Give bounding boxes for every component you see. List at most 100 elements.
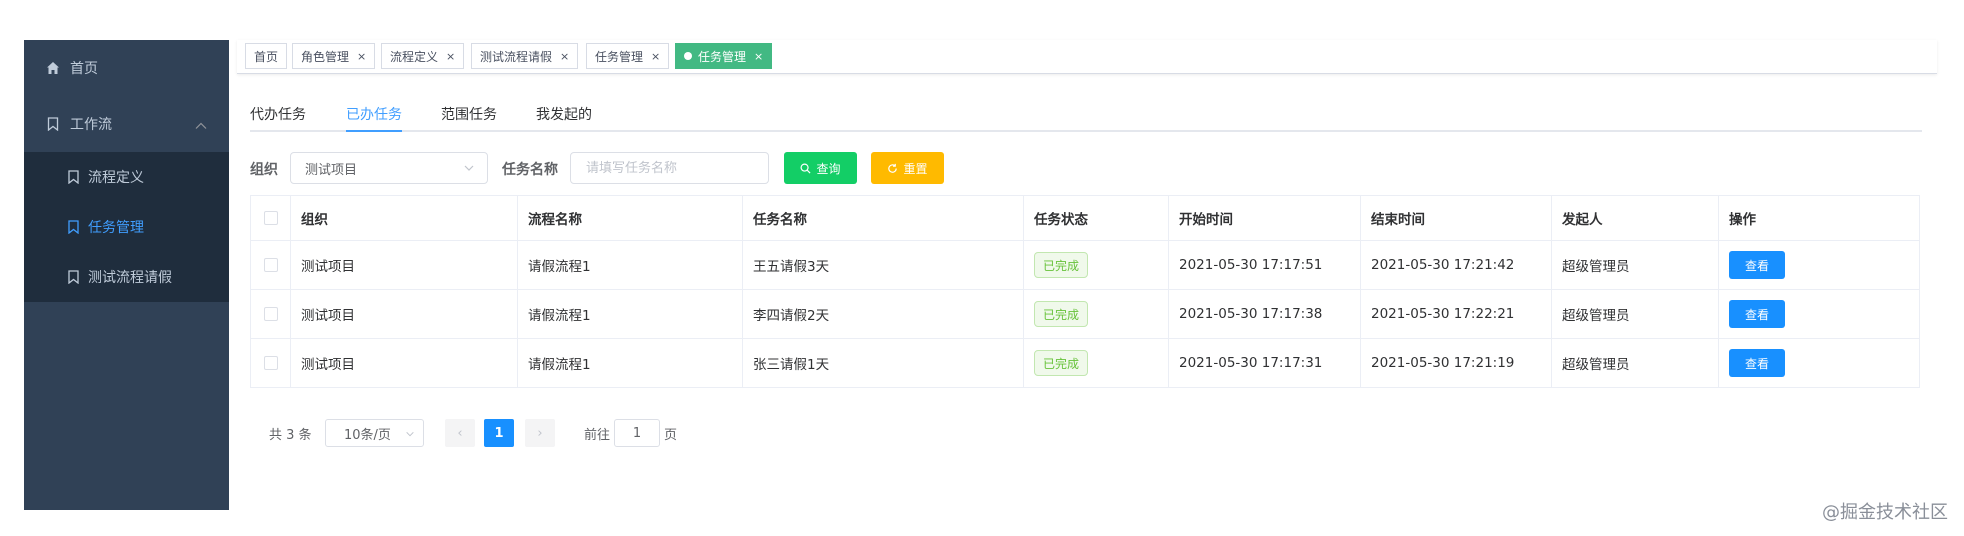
sidebar-item-task-management[interactable]: 任务管理 — [24, 202, 229, 252]
sidebar-item-label: 测试流程请假 — [88, 270, 172, 286]
status-badge: 已完成 — [1034, 301, 1089, 327]
search-button-label: 查询 — [816, 161, 841, 176]
tag-test-leave-process[interactable]: 测试流程请假 × — [471, 43, 579, 69]
chevron-right-icon: › — [537, 425, 543, 441]
cell-actions: 查看 — [1719, 339, 1919, 387]
cell-org: 测试项目 — [291, 241, 518, 289]
cell-initiator: 超级管理员 — [1552, 339, 1719, 387]
cell-task-name: 李四请假2天 — [743, 290, 1024, 338]
table-row: 测试项目 请假流程1 张三请假1天 已完成 2021-05-30 17:17:3… — [251, 339, 1919, 388]
cell-actions: 查看 — [1719, 290, 1919, 338]
close-icon[interactable]: × — [651, 50, 660, 63]
task-table: 组织 流程名称 任务名称 任务状态 开始时间 结束时间 发起人 操作 测试项目 … — [250, 195, 1920, 388]
tag-label: 任务管理 — [698, 49, 747, 64]
select-all-checkbox[interactable] — [263, 211, 278, 225]
refresh-icon — [888, 163, 898, 173]
cell-start-time: 2021-05-30 17:17:51 — [1169, 241, 1361, 289]
watermark: @掘金技术社区 — [1822, 502, 1948, 523]
tag-task-management-active[interactable]: 任务管理 × — [675, 43, 773, 69]
cell-start-time: 2021-05-30 17:17:38 — [1169, 290, 1361, 338]
task-tabs: 代办任务 已办任务 范围任务 我发起的 — [250, 98, 1922, 132]
tags-view-bar: 首页 角色管理 × 流程定义 × 测试流程请假 × 任务管理 × 任务管理 × — [237, 40, 1937, 74]
prev-page-button[interactable]: ‹ — [445, 419, 475, 447]
row-checkbox-cell — [251, 241, 291, 289]
search-button[interactable]: 查询 — [784, 152, 857, 184]
status-badge: 已完成 — [1034, 350, 1089, 376]
page-size-select[interactable]: 10条/页 — [325, 419, 424, 447]
goto-page-input[interactable] — [614, 419, 660, 447]
task-name-label: 任务名称 — [502, 162, 558, 178]
sidebar: 首页 工作流 流程定义 任务管理 测试流程请假 — [24, 40, 229, 510]
row-checkbox[interactable] — [263, 258, 278, 272]
close-icon[interactable]: × — [357, 50, 366, 63]
header-checkbox-cell — [251, 196, 291, 240]
sidebar-item-home[interactable]: 首页 — [24, 40, 229, 96]
sidebar-item-process-definition[interactable]: 流程定义 — [24, 152, 229, 202]
tab-my-initiated[interactable]: 我发起的 — [536, 104, 592, 124]
cell-task-status: 已完成 — [1024, 339, 1169, 387]
chevron-down-icon — [463, 162, 475, 178]
cell-task-name: 王五请假3天 — [743, 241, 1024, 289]
tab-pending-tasks[interactable]: 代办任务 — [250, 104, 306, 124]
tag-home[interactable]: 首页 — [245, 43, 288, 69]
header-end-time: 结束时间 — [1361, 196, 1552, 240]
page-number-current[interactable]: 1 — [484, 419, 514, 447]
page-label: 页 — [664, 428, 678, 443]
org-select-value: 测试项目 — [305, 162, 358, 178]
cell-process-name: 请假流程1 — [518, 241, 743, 289]
row-checkbox-cell — [251, 290, 291, 338]
header-start-time: 开始时间 — [1169, 196, 1361, 240]
status-badge: 已完成 — [1034, 252, 1089, 278]
sidebar-item-test-leave-process[interactable]: 测试流程请假 — [24, 252, 229, 302]
table-row: 测试项目 请假流程1 王五请假3天 已完成 2021-05-30 17:17:5… — [251, 241, 1919, 290]
tab-completed-tasks[interactable]: 已办任务 — [346, 104, 402, 124]
cell-end-time: 2021-05-30 17:21:19 — [1361, 339, 1552, 387]
org-select[interactable]: 测试项目 — [290, 152, 488, 184]
tag-role-management[interactable]: 角色管理 × — [292, 43, 376, 69]
reset-button[interactable]: 重置 — [871, 152, 944, 184]
cell-actions: 查看 — [1719, 241, 1919, 289]
tab-scope-tasks[interactable]: 范围任务 — [441, 104, 497, 124]
row-checkbox-cell — [251, 339, 291, 387]
close-icon[interactable]: × — [446, 50, 455, 63]
close-icon[interactable]: × — [754, 50, 763, 63]
tag-label: 流程定义 — [390, 49, 439, 64]
header-task-status: 任务状态 — [1024, 196, 1169, 240]
cell-org: 测试项目 — [291, 339, 518, 387]
chevron-down-icon — [405, 428, 415, 443]
tag-label: 任务管理 — [595, 49, 644, 64]
chevron-up-icon — [195, 118, 207, 134]
header-actions: 操作 — [1729, 212, 1756, 228]
view-button[interactable]: 查看 — [1729, 300, 1785, 328]
tag-label: 角色管理 — [301, 49, 350, 64]
sidebar-item-label: 任务管理 — [88, 220, 144, 236]
view-button[interactable]: 查看 — [1729, 349, 1785, 377]
goto-label: 前往 — [584, 428, 611, 443]
sidebar-item-workflow[interactable]: 工作流 — [24, 96, 229, 152]
task-name-input[interactable] — [570, 152, 769, 184]
cell-end-time: 2021-05-30 17:22:21 — [1361, 290, 1552, 338]
close-icon[interactable]: × — [560, 50, 569, 63]
row-checkbox[interactable] — [263, 307, 278, 321]
header-initiator: 发起人 — [1552, 196, 1719, 240]
pagination-total: 共 3 条 — [269, 428, 312, 443]
cell-start-time: 2021-05-30 17:17:31 — [1169, 339, 1361, 387]
bookmark-icon — [64, 268, 82, 286]
cell-end-time: 2021-05-30 17:21:42 — [1361, 241, 1552, 289]
next-page-button[interactable]: › — [525, 419, 555, 447]
home-icon — [44, 59, 62, 77]
page-size-value: 10条/页 — [344, 427, 391, 443]
cell-process-name: 请假流程1 — [518, 290, 743, 338]
tag-task-management[interactable]: 任务管理 × — [586, 43, 670, 69]
row-checkbox[interactable] — [263, 356, 278, 370]
table-row: 测试项目 请假流程1 李四请假2天 已完成 2021-05-30 17:17:3… — [251, 290, 1919, 339]
tag-process-definition[interactable]: 流程定义 × — [381, 43, 465, 69]
sidebar-item-label: 工作流 — [70, 117, 112, 133]
active-dot-icon — [684, 52, 692, 60]
view-button[interactable]: 查看 — [1729, 251, 1785, 279]
search-icon — [800, 163, 811, 174]
cell-process-name: 请假流程1 — [518, 339, 743, 387]
cell-org: 测试项目 — [291, 290, 518, 338]
sidebar-item-label: 流程定义 — [88, 170, 144, 186]
tag-label: 测试流程请假 — [480, 49, 553, 64]
